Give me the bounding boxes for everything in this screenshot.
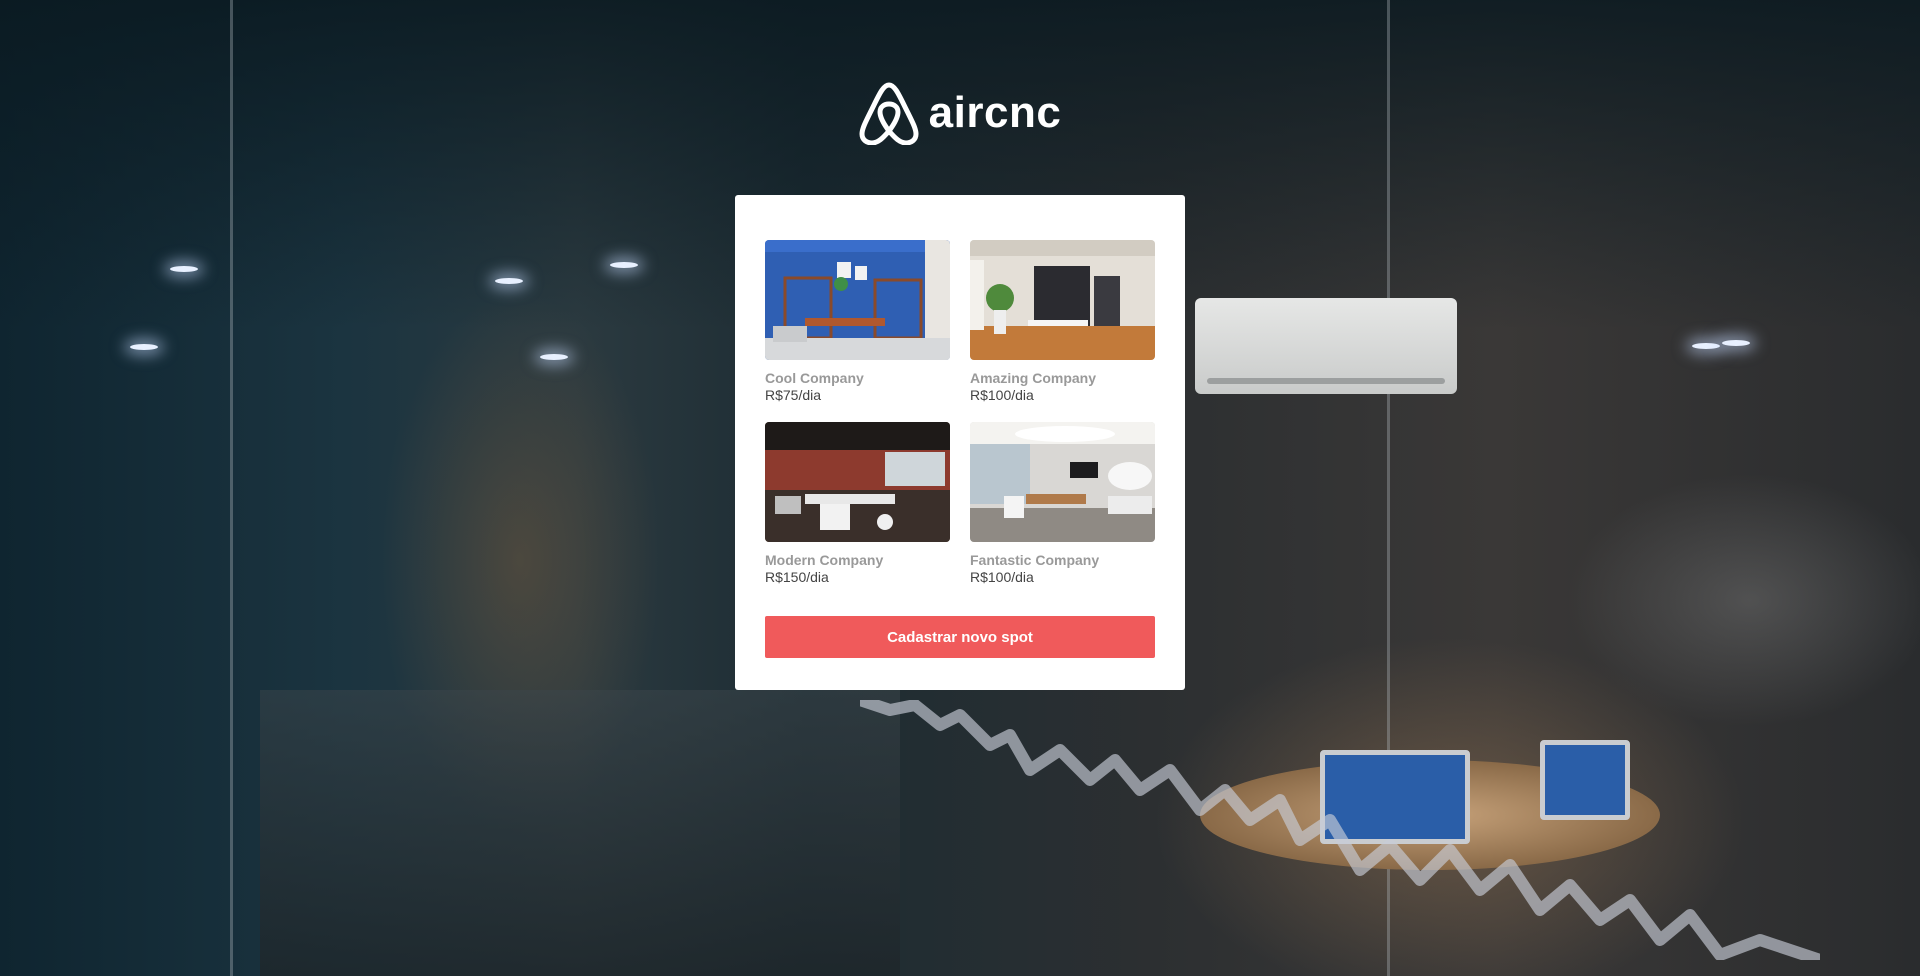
spot-company: Modern Company (765, 552, 884, 568)
spot-company: Fantastic Company (970, 552, 1100, 568)
ceiling-lamp (130, 344, 158, 350)
corridor-floor (260, 690, 900, 976)
glass-wave-decal (860, 700, 1820, 960)
spot-list: Cool Company R$75/dia Amazing Company R$ (765, 240, 1155, 586)
glass-frame (230, 0, 233, 976)
spot-price: R$75/dia (765, 387, 822, 403)
ceiling-lamp (495, 278, 523, 284)
spots-card: Cool Company R$75/dia Amazing Company R$ (735, 195, 1185, 690)
ceiling-lamp (610, 262, 638, 268)
spot-company: Cool Company (765, 370, 864, 386)
ceiling-lamp (540, 354, 568, 360)
spot-item-amazing-company[interactable]: Amazing Company R$100/dia (970, 240, 1155, 404)
ceiling-lamp (170, 266, 198, 272)
spot-thumbnail (765, 240, 950, 360)
brand-logo[interactable]: aircnc (859, 81, 1062, 145)
spot-price: R$150/dia (765, 569, 829, 585)
spot-thumbnail (970, 422, 1155, 542)
new-spot-button[interactable]: Cadastrar novo spot (765, 616, 1155, 658)
spot-thumbnail (765, 422, 950, 542)
spot-item-fantastic-company[interactable]: Fantastic Company R$100/dia (970, 422, 1155, 586)
spot-item-cool-company[interactable]: Cool Company R$75/dia (765, 240, 950, 404)
spot-company: Amazing Company (970, 370, 1097, 386)
spot-thumbnail (970, 240, 1155, 360)
air-conditioner (1195, 298, 1457, 394)
spot-price: R$100/dia (970, 569, 1034, 585)
spot-item-modern-company[interactable]: Modern Company R$150/dia (765, 422, 950, 586)
brand-name: aircnc (928, 88, 1062, 137)
ceiling-lamp (1692, 343, 1720, 349)
spot-price: R$100/dia (970, 387, 1034, 403)
header: aircnc (0, 80, 1920, 146)
airbnb-belo-icon (859, 82, 919, 145)
ceiling-lamp (1722, 340, 1750, 346)
